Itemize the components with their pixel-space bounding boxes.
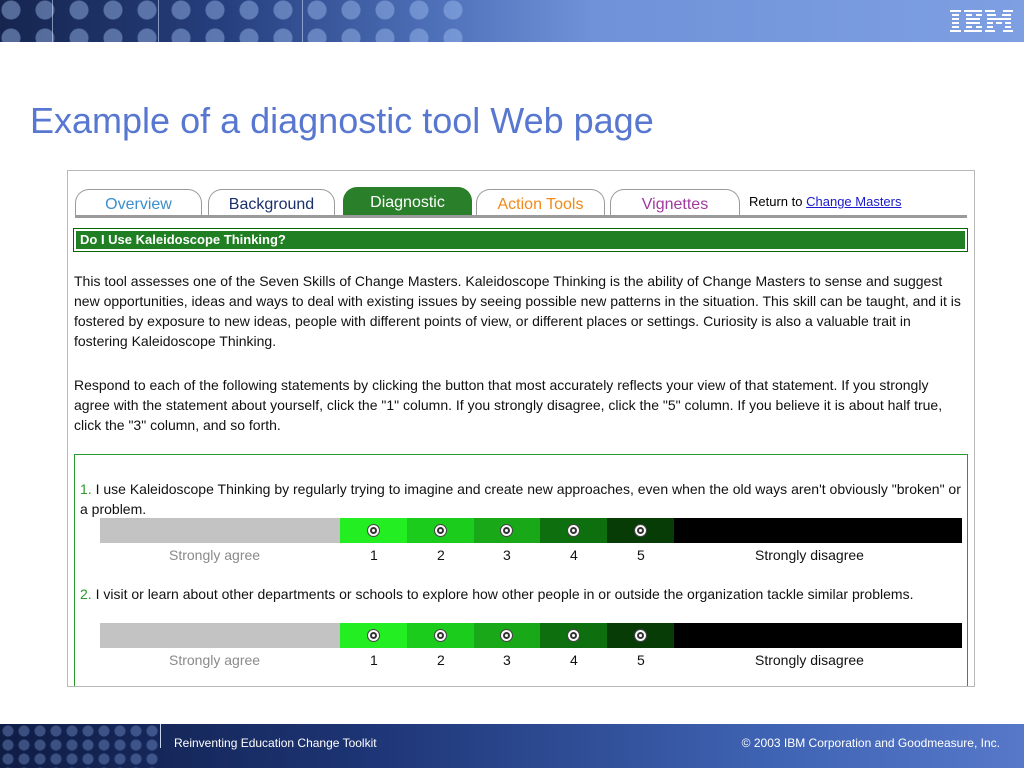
tab-background[interactable]: Background: [208, 189, 335, 217]
question-2: 2. I visit or learn about other departme…: [80, 584, 965, 604]
banner-line: [158, 0, 159, 42]
footer-banner: Reinventing Education Change Toolkit © 2…: [0, 724, 1024, 768]
rating-scale: [100, 518, 962, 543]
intro-paragraph: This tool assesses one of the Seven Skil…: [74, 273, 961, 349]
banner-line: [52, 0, 53, 42]
scale-labels: Strongly agree 1 2 3 4 5 Strongly disagree: [100, 547, 962, 567]
scale-number-label: 2: [437, 652, 445, 668]
radio-option-2[interactable]: [434, 524, 447, 537]
radio-option-3[interactable]: [500, 524, 513, 537]
slide-title: Example of a diagnostic tool Web page: [30, 100, 654, 141]
radio-option-3[interactable]: [500, 629, 513, 642]
return-prefix: Return to: [749, 194, 803, 209]
footer-copyright: © 2003 IBM Corporation and Goodmeasure, …: [741, 736, 1000, 750]
header-banner: [0, 0, 1024, 42]
agree-band: [100, 518, 340, 543]
rating-scale: [100, 623, 962, 648]
strongly-agree-label: Strongly agree: [169, 652, 261, 668]
ibm-logo: [950, 10, 1013, 32]
scale-number-label: 1: [370, 652, 378, 668]
banner-pattern: [0, 0, 470, 42]
agree-band: [100, 623, 340, 648]
tab-action-tools[interactable]: Action Tools: [476, 189, 605, 217]
scale-number-label: 2: [437, 547, 445, 563]
tab-diagnostic[interactable]: Diagnostic: [343, 187, 472, 217]
change-masters-link[interactable]: Change Masters: [806, 194, 901, 209]
radio-option-4[interactable]: [567, 629, 580, 642]
scale-number-label: 5: [637, 652, 645, 668]
radio-option-4[interactable]: [567, 524, 580, 537]
tab-overview[interactable]: Overview: [75, 189, 202, 217]
scale-number-label: 4: [570, 652, 578, 668]
disagree-band: [674, 623, 962, 648]
radio-option-5[interactable]: [634, 629, 647, 642]
radio-option-2[interactable]: [434, 629, 447, 642]
strongly-agree-label: Strongly agree: [169, 547, 261, 563]
question-number: 1.: [80, 481, 92, 497]
question-text: I use Kaleidoscope Thinking by regularly…: [80, 481, 961, 517]
survey-panel: 1. I use Kaleidoscope Thinking by regula…: [74, 454, 968, 686]
strongly-disagree-label: Strongly disagree: [755, 547, 864, 563]
strongly-disagree-label: Strongly disagree: [755, 652, 864, 668]
radio-option-1[interactable]: [367, 524, 380, 537]
scale-number-label: 4: [570, 547, 578, 563]
question-1: 1. I use Kaleidoscope Thinking by regula…: [80, 479, 965, 519]
instructions-paragraph: Respond to each of the following stateme…: [74, 377, 943, 433]
tab-divider: [75, 215, 967, 218]
disagree-band: [674, 518, 962, 543]
radio-option-1[interactable]: [367, 629, 380, 642]
tab-vignettes[interactable]: Vignettes: [610, 189, 740, 217]
scale-number-label: 3: [503, 547, 511, 563]
scale-number-label: 5: [637, 547, 645, 563]
scale-number-label: 3: [503, 652, 511, 668]
question-number: 2.: [80, 586, 92, 602]
footer-separator: [160, 724, 161, 748]
radio-option-5[interactable]: [634, 524, 647, 537]
question-text: I visit or learn about other departments…: [95, 586, 914, 602]
footer-pattern: [0, 724, 160, 768]
scale-number-label: 1: [370, 547, 378, 563]
footer-title: Reinventing Education Change Toolkit: [174, 736, 377, 750]
scale-labels: Strongly agree 1 2 3 4 5 Strongly disagree: [100, 652, 962, 672]
return-link-container: Return to Change Masters: [749, 194, 902, 209]
diagnostic-web-page: Overview Background Diagnostic Action To…: [67, 170, 975, 687]
section-header: Do I Use Kaleidoscope Thinking?: [73, 228, 968, 252]
banner-line: [302, 0, 303, 42]
section-title: Do I Use Kaleidoscope Thinking?: [76, 231, 965, 249]
